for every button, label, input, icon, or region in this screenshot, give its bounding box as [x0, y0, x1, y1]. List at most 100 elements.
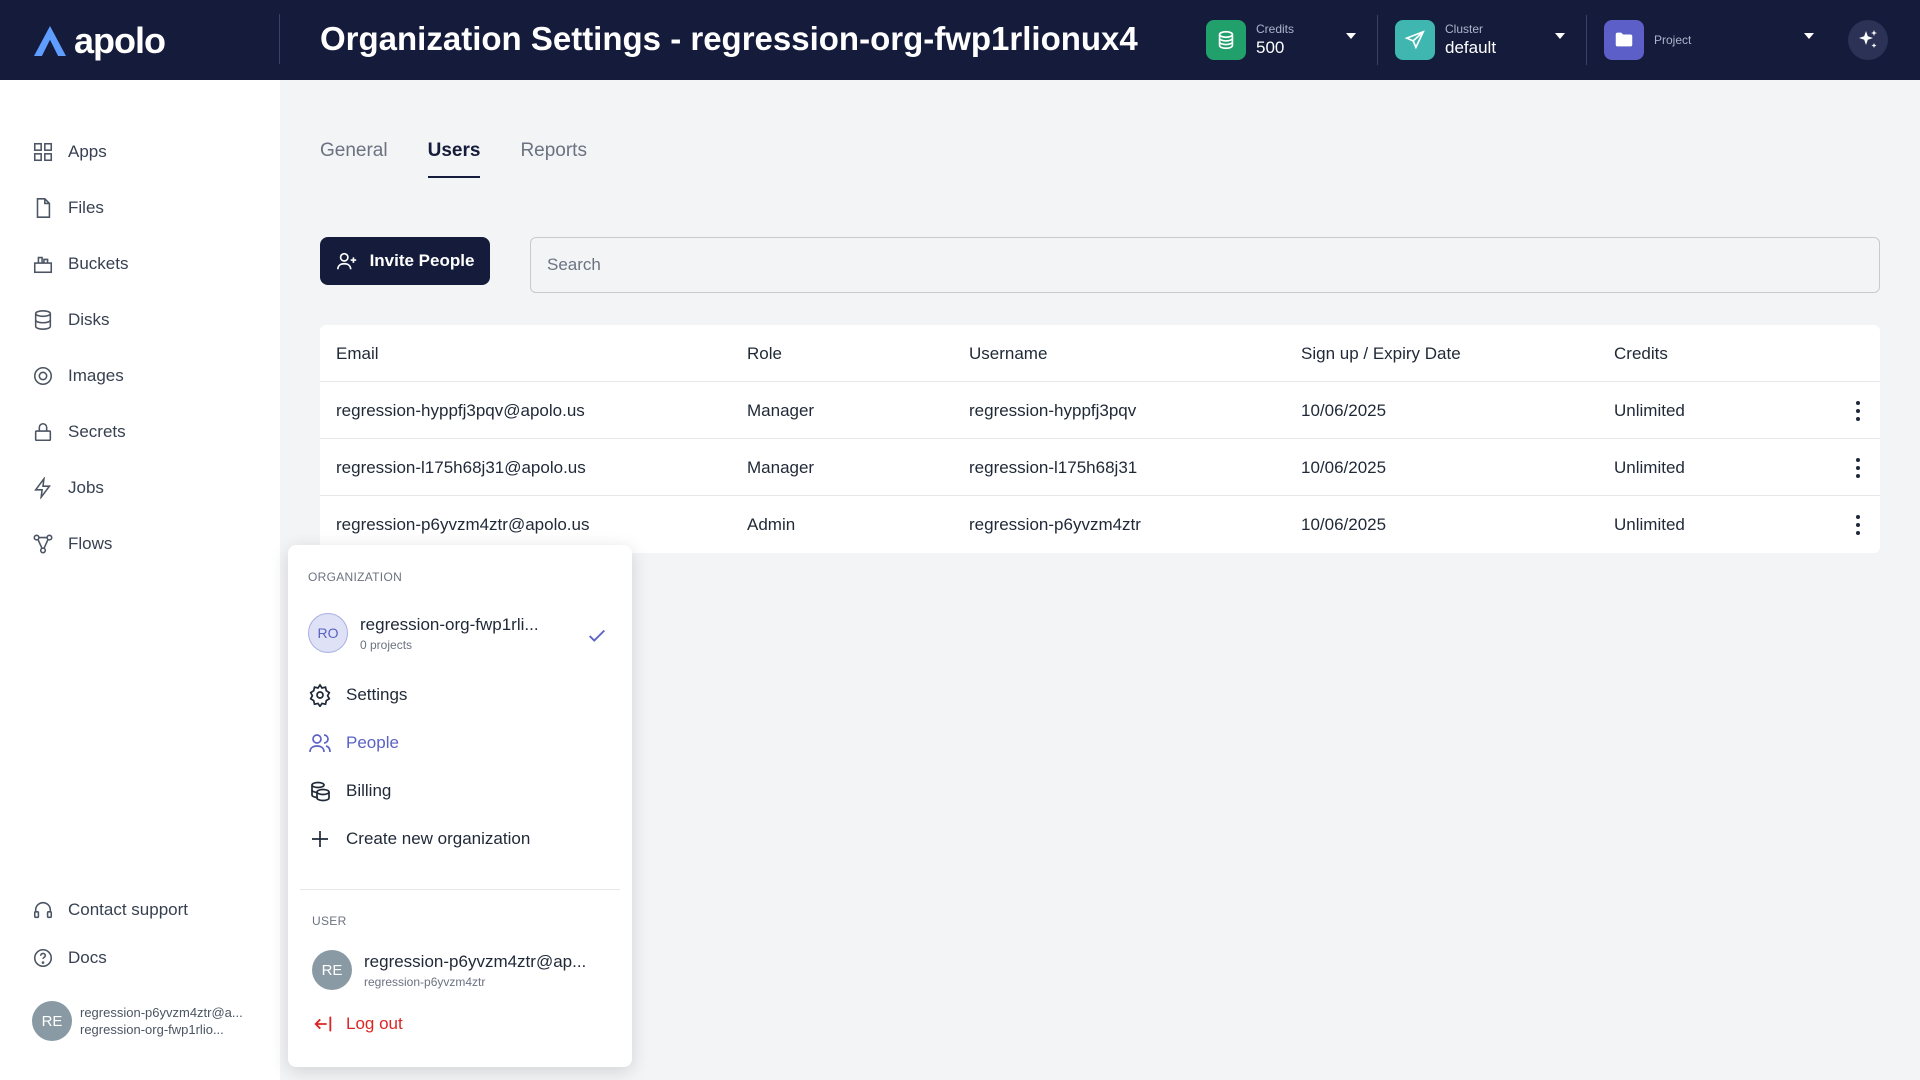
logout-icon [314, 1016, 332, 1032]
menu-item-label: Create new organization [346, 829, 531, 848]
user-section-label: USER [312, 914, 347, 928]
credits-selector[interactable]: Credits 500 [1206, 19, 1356, 61]
column-header-credits: Credits [1614, 344, 1668, 363]
contact-support-link[interactable]: Contact support [32, 895, 188, 925]
sidebar-item-label: Jobs [68, 478, 104, 497]
sidebar-item-secrets[interactable]: Secrets [32, 417, 126, 447]
settings-tabs: General Users Reports [320, 140, 587, 178]
row-actions-kebab-icon[interactable] [1848, 456, 1868, 480]
sidebar-item-label: Flows [68, 534, 113, 553]
project-label: Project [1654, 33, 1692, 47]
docs-label: Docs [68, 948, 107, 967]
credits-label: Credits [1256, 22, 1295, 36]
header-separator [1586, 15, 1587, 65]
organization-section-label: ORGANIZATION [308, 570, 403, 584]
row-actions-kebab-icon[interactable] [1848, 513, 1868, 537]
sidebar-user-account[interactable]: RE regression-p6yvzm4ztr@a... regression… [32, 1001, 243, 1041]
column-header-role: Role [747, 344, 782, 363]
tab-users[interactable]: Users [427, 140, 481, 178]
sidebar-user-email: regression-p6yvzm4ztr@a... [80, 1005, 243, 1020]
credits-value: 500 [1256, 38, 1285, 57]
plus-icon [312, 831, 328, 847]
sidebar: Apps Files Buckets Disks Images Secrets … [0, 80, 280, 1080]
cell-date: 10/06/2025 [1301, 401, 1387, 420]
sidebar-item-apps[interactable]: Apps [32, 137, 107, 167]
user-option[interactable]: RE regression-p6yvzm4ztr@ap... regressio… [312, 950, 586, 990]
lock-icon [34, 422, 52, 442]
coins-icon [1206, 20, 1246, 60]
cell-email: regression-hyppfj3pqv@apolo.us [336, 401, 585, 420]
contact-support-label: Contact support [68, 900, 189, 919]
menu-item-label: People [346, 733, 399, 752]
top-bar: apolo Organization Settings - regression… [0, 0, 1920, 80]
bucket-icon [33, 256, 53, 274]
sidebar-item-flows[interactable]: Flows [32, 529, 112, 559]
menu-item-billing[interactable]: Billing [308, 779, 391, 803]
add-user-icon [336, 252, 356, 270]
search-input[interactable] [530, 237, 1880, 293]
org-projects-count: 0 projects [360, 637, 413, 652]
docs-link[interactable]: Docs [32, 943, 107, 973]
table-row: regression-l175h68j31@apolo.us Manager r… [320, 439, 1880, 496]
coins-icon [311, 781, 330, 802]
sidebar-item-label: Buckets [68, 254, 129, 273]
page-title: Organization Settings - regression-org-f… [320, 20, 1138, 57]
sidebar-item-jobs[interactable]: Jobs [32, 473, 104, 503]
apolo-logo[interactable]: apolo [32, 20, 166, 62]
sidebar-item-label: Secrets [68, 422, 126, 441]
org-avatar: RO [308, 613, 348, 653]
menu-item-people[interactable]: People [308, 731, 399, 755]
invite-people-button[interactable]: Invite People [320, 237, 490, 285]
sidebar-user-org: regression-org-fwp1rlio... [80, 1022, 224, 1037]
column-header-username: Username [969, 344, 1048, 363]
cell-credits: Unlimited [1614, 401, 1685, 420]
user-username: regression-p6yvzm4ztr [364, 974, 486, 989]
header-divider [279, 14, 280, 64]
sidebar-item-label: Disks [68, 310, 110, 329]
project-selector[interactable]: Project [1604, 19, 1814, 61]
chevron-down-icon [1804, 33, 1814, 39]
folder-icon [1604, 20, 1644, 60]
cell-email: regression-l175h68j31@apolo.us [336, 458, 586, 477]
chevron-down-icon [1346, 33, 1356, 39]
sidebar-item-images[interactable]: Images [32, 361, 124, 391]
menu-item-label: Billing [346, 781, 392, 800]
sidebar-item-files[interactable]: Files [32, 193, 104, 223]
cell-role: Manager [747, 458, 815, 477]
flow-icon [33, 534, 53, 554]
avatar: RE [32, 1001, 72, 1041]
cluster-value: default [1445, 38, 1497, 57]
menu-item-create-organization[interactable]: Create new organization [308, 827, 530, 851]
header-separator [1377, 15, 1378, 65]
help-circle-icon [33, 948, 53, 968]
users-icon [309, 734, 331, 753]
row-actions-kebab-icon[interactable] [1848, 399, 1868, 423]
cell-date: 10/06/2025 [1301, 515, 1387, 534]
users-table: Email Role Username Sign up / Expiry Dat… [320, 325, 1880, 553]
organization-option[interactable]: RO regression-org-fwp1rli... 0 projects [308, 613, 608, 653]
cell-email: regression-p6yvzm4ztr@apolo.us [336, 515, 590, 534]
cell-username: regression-hyppfj3pqv [969, 401, 1137, 420]
menu-item-settings[interactable]: Settings [308, 683, 407, 707]
tab-general[interactable]: General [320, 140, 388, 178]
check-icon [589, 629, 605, 642]
cluster-label: Cluster [1445, 22, 1484, 36]
cell-username: regression-p6yvzm4ztr [969, 515, 1141, 534]
invite-people-label: Invite People [369, 251, 475, 270]
sidebar-item-label: Files [68, 198, 104, 217]
sidebar-item-label: Apps [68, 142, 107, 161]
tab-reports[interactable]: Reports [520, 140, 587, 178]
sidebar-item-disks[interactable]: Disks [32, 305, 110, 335]
table-row: regression-hyppfj3pqv@apolo.us Manager r… [320, 382, 1880, 439]
gear-icon [309, 683, 331, 707]
user-email: regression-p6yvzm4ztr@ap... [364, 951, 587, 971]
sparkle-button[interactable] [1848, 20, 1888, 60]
column-header-email: Email [336, 344, 379, 363]
sidebar-item-buckets[interactable]: Buckets [32, 249, 128, 279]
logout-button[interactable]: Log out [312, 1013, 403, 1035]
table-header-row: Email Role Username Sign up / Expiry Dat… [320, 325, 1880, 382]
cell-credits: Unlimited [1614, 515, 1685, 534]
chevron-down-icon [1555, 33, 1565, 39]
disc-icon [33, 366, 53, 386]
cluster-selector[interactable]: Cluster default [1395, 19, 1565, 61]
